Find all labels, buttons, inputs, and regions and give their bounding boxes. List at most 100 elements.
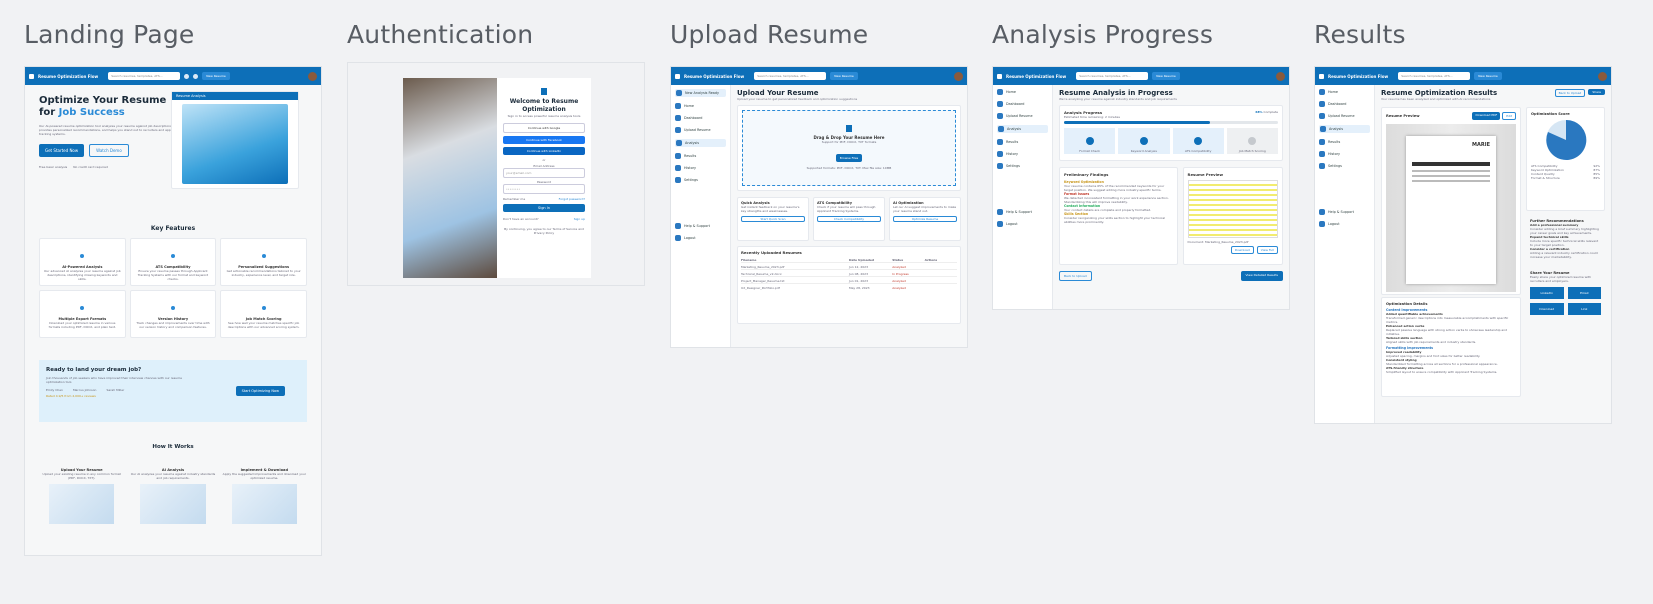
quick-scan-button[interactable]: Start Quick Scan [741,216,805,222]
sidebar: Home Dashboard Upload Resume Analysis Re… [1315,85,1375,423]
sidebar-item-home[interactable]: Home [997,89,1048,95]
sidebar-item-upload[interactable]: Upload Resume [997,113,1048,119]
sidebar-item-settings[interactable]: Settings [997,163,1048,169]
get-started-button[interactable]: Get Started Now [39,144,85,157]
sign-up-link[interactable]: Sign up [574,217,585,221]
sidebar-item-settings[interactable]: Settings [1319,163,1370,169]
help-icon[interactable] [193,73,199,79]
browse-button[interactable]: Browse Files [835,154,863,162]
avatar[interactable] [1276,71,1285,81]
table-row[interactable]: Project_Manager_Resume.txt Jun 01, 2023 An… [741,276,957,283]
trust-free: Free basic analysis [39,165,68,169]
sidebar-item-logout[interactable]: Logout [675,235,726,241]
password-field[interactable]: •••••••• [503,184,585,194]
sidebar-item-home[interactable]: Home [1319,89,1370,95]
avatar[interactable] [308,71,317,81]
sidebar-item-upload[interactable]: Upload Resume [1319,113,1370,119]
sidebar-item-history[interactable]: History [997,151,1048,157]
watch-demo-button[interactable]: Watch Demo [89,144,129,157]
share-text: Easily share your optimized resume with … [1530,275,1592,283]
sign-in-button[interactable]: Sign In [503,204,585,212]
start-optimizing-button[interactable]: Start Optimizing Now [235,386,285,396]
sidebar-item-analysis[interactable]: Analysis [675,139,726,147]
hero-card: Resume Analysis [171,91,299,189]
view-results-button[interactable]: View Detailed Results [1240,271,1283,281]
drop-note: Supported formats: PDF, DOCX, TXT. Max f… [806,166,892,170]
new-resume-button[interactable]: New Resume [202,72,230,80]
share-button[interactable]: Share [1588,89,1605,95]
step-keyword: Keyword Analysis [1118,128,1170,154]
avatar[interactable] [1598,71,1607,81]
bell-icon[interactable] [184,73,190,79]
recent-heading: Recently Uploaded Resumes [741,250,802,255]
table-row[interactable]: UX_Designer_Portfolio.pdf May 28, 2023 Ana… [741,283,957,290]
share-email-button[interactable]: Email [1567,287,1601,299]
sidebar-item-help[interactable]: Help & Support [1319,209,1370,215]
ai-icon [80,254,85,258]
sidebar-item-history[interactable]: History [675,165,726,171]
sidebar-item-analysis[interactable]: Analysis [1319,125,1370,133]
email-field[interactable]: your@email.com [503,168,585,178]
google-button[interactable]: Continue with Google [503,123,585,133]
search-input[interactable]: Search resumes, templates, ATS... [1398,72,1471,80]
edit-button[interactable]: Edit [1502,112,1516,120]
details-card: Optimization Details Content Improvement… [1381,297,1521,397]
sidebar-item-results[interactable]: Results [675,153,726,159]
sidebar-item-logout[interactable]: Logout [1319,221,1370,227]
sidebar-item-results[interactable]: Results [1319,139,1370,145]
landing-frame: Resume Optimization Flow Search resumes,… [24,66,322,556]
sidebar-item-dashboard[interactable]: Dashboard [1319,101,1370,107]
lightbulb-icon [261,254,266,258]
sidebar-item-dashboard[interactable]: Dashboard [997,101,1048,107]
sidebar-item-dashboard[interactable]: Dashboard [675,115,726,121]
facebook-button[interactable]: Continue with Facebook [503,136,585,144]
details-heading: Optimization Details [1386,302,1428,306]
sidebar-item-analysis[interactable]: Analysis [997,125,1048,133]
share-link-button[interactable]: Link [1567,303,1601,315]
rec-item: Consider a certification Adding a relevan… [1530,247,1598,259]
sidebar-item-upload[interactable]: Upload Resume [675,127,726,133]
check-compat-button[interactable]: Check Compatibility [817,216,881,222]
drop-zone[interactable]: Drag & Drop Your Resume Here Support for… [742,110,956,186]
sidebar-item-history[interactable]: History [1319,151,1370,157]
back-upload-button[interactable]: Back to Upload [1554,89,1586,97]
new-resume-button[interactable]: New Resume [1474,72,1502,80]
optimize-button[interactable]: Optimize Resume [893,216,957,222]
download-pdf-button[interactable]: Download PDF [1472,112,1501,120]
search-input[interactable]: Search resumes, templates, ATS... [108,72,181,80]
new-resume-button[interactable]: New Resume [830,72,858,80]
app-name: Resume Optimization Flow [1006,73,1067,79]
sidebar-item-logout[interactable]: Logout [997,221,1048,227]
remember-checkbox[interactable]: Remember me [503,197,525,201]
resume-document: MARIE [1406,136,1496,284]
new-resume-button[interactable]: New Resume [1152,72,1180,80]
search-input[interactable]: Search resumes, templates, ATS... [754,72,827,80]
feature-card: Version History Track changes and improve… [129,290,217,338]
avatar[interactable] [954,71,963,81]
back-button[interactable]: Back to Upload [1059,271,1092,281]
view-full-button[interactable]: View Full [1256,246,1278,254]
linkedin-button[interactable]: Continue with LinkedIn [503,147,585,155]
logo-icon [29,73,34,79]
sidebar-item-new[interactable]: New Analysis Ready [675,89,726,97]
step-format: Format Check [1064,128,1116,154]
share-download-button[interactable]: Download [1530,303,1564,315]
sidebar-item-help[interactable]: Help & Support [997,209,1048,215]
upload-frame: Resume Optimization Flow Search resumes,… [670,66,968,348]
sidebar-item-help[interactable]: Help & Support [675,223,726,229]
forgot-link[interactable]: Forgot password? [559,197,585,201]
step-ats: ATS Compatibility [1172,128,1224,154]
table-row[interactable]: Technical_Resume_v2.docx Jun 08, 2023 In P… [741,269,957,276]
sidebar-item-results[interactable]: Results [997,139,1048,145]
sidebar-item-home[interactable]: Home [675,103,726,109]
download-button[interactable]: Download [1230,246,1254,254]
share-linkedin-button[interactable]: LinkedIn [1530,287,1564,299]
trust-nocard: No credit card required [73,165,108,169]
finding-item: Skills Section Consider reorganizing your… [1064,212,1166,224]
welcome-title: Welcome to Resume Optimization [509,98,579,113]
sidebar-item-settings[interactable]: Settings [675,177,726,183]
table-row[interactable]: Marketing_Resume_2023.pdf Jun 12, 2023 Ana… [741,262,957,269]
results-main: Resume Optimization Results Your resume … [1381,89,1605,397]
terms-text: By continuing, you agree to our Terms of… [504,227,584,235]
search-input[interactable]: Search resumes, templates, ATS... [1076,72,1149,80]
